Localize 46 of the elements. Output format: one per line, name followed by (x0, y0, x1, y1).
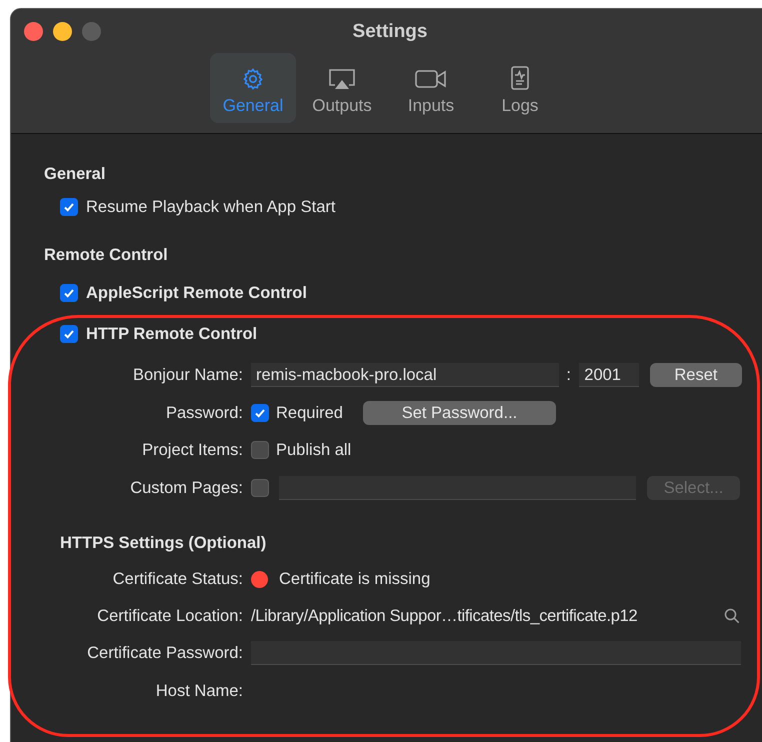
file-path: /Library/Application Suppor…tificates/tls_certificate.p12 (251, 606, 638, 626)
checkbox[interactable] (60, 198, 78, 216)
checkbox[interactable] (60, 284, 78, 302)
text-field[interactable] (279, 476, 636, 500)
search-icon[interactable] (724, 608, 740, 624)
window-title: Settings (352, 20, 428, 42)
status-text: Certificate is missing (279, 570, 430, 588)
setting-label: Bonjour Name: (132, 366, 243, 384)
checkbox-label: AppleScript Remote Control (86, 284, 307, 302)
setting-label: Custom Pages: (129, 478, 243, 498)
gear-icon (241, 67, 265, 91)
section-heading: HTTPS Settings (Optional) (59, 533, 268, 554)
port-field[interactable]: 2001 (579, 363, 639, 387)
setting-label: Certificate Status: (112, 570, 243, 588)
setting-label: Host Name: (154, 682, 243, 700)
checkmark-icon (254, 407, 266, 419)
toolbar-tab[interactable]: Inputs (388, 53, 474, 123)
checkbox-label: Required (276, 404, 343, 422)
section-heading: General (44, 164, 106, 185)
checkbox-label: HTTP Remote Control (86, 324, 258, 344)
section-heading: Remote Control (44, 245, 169, 266)
minimize-button[interactable] (53, 22, 72, 41)
checkbox-label: Resume Playback when App Start (86, 198, 336, 216)
checkmark-icon (63, 328, 75, 340)
document-icon (510, 65, 530, 91)
checkmark-icon (63, 287, 75, 299)
text-field[interactable]: remis-macbook-pro.local (251, 363, 560, 387)
set-password-button[interactable]: Set Password... (362, 401, 556, 425)
reset-button[interactable]: Reset (650, 363, 742, 387)
checkbox[interactable] (251, 441, 269, 459)
checkbox[interactable] (60, 325, 78, 343)
setting-label: Certificate Password: (86, 644, 243, 662)
setting-label: Project Items: (141, 440, 243, 460)
setting-label: Certificate Location: (96, 606, 243, 626)
checkmark-icon (63, 201, 75, 213)
toolbar-tab[interactable]: Logs (477, 53, 563, 123)
checkbox-label: Publish all (276, 440, 352, 460)
password-field[interactable] (251, 641, 741, 665)
toolbar-tab[interactable]: Outputs (299, 53, 385, 123)
close-button[interactable] (24, 22, 43, 41)
video-camera-icon (414, 67, 448, 91)
checkbox[interactable] (251, 404, 269, 422)
airplay-icon (327, 67, 357, 91)
toolbar-tab[interactable]: General (210, 53, 296, 123)
setting-label: Password: (164, 404, 243, 422)
separator-text: : (566, 366, 572, 384)
